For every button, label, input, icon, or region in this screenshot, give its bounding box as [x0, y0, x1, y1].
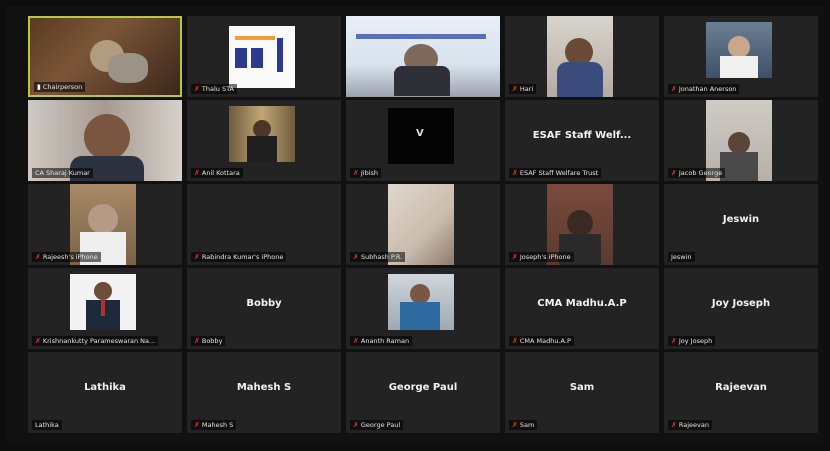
participant-name: Joy Joseph: [711, 298, 771, 309]
participant-label: ✗ Joseph's iPhone: [509, 252, 574, 262]
mic-muted-icon: ✗: [671, 420, 677, 429]
mic-muted-icon: ✗: [194, 168, 200, 177]
mic-muted-icon: ✗: [671, 84, 677, 93]
participant-tile-14[interactable]: ✗ Joseph's iPhone: [505, 184, 659, 265]
participant-name: Mahesh S: [236, 382, 292, 393]
participant-tile-12[interactable]: ✗ Rabindra Kumar's iPhone: [187, 184, 341, 265]
participant-tile-25[interactable]: Rajeevan ✗ Rajeevan: [664, 352, 818, 433]
participant-video: [388, 274, 454, 330]
mic-muted-icon: ✗: [353, 420, 359, 429]
mic-muted-icon: ✗: [512, 168, 518, 177]
participant-tile-10[interactable]: ✗ Jacob George: [664, 100, 818, 181]
participant-tile-3[interactable]: [346, 16, 500, 97]
participant-name: Bobby: [246, 298, 282, 309]
participant-label: ✗ Rajeevan: [668, 420, 712, 430]
participant-name: ESAF Staff Welf...: [532, 130, 632, 141]
gallery-view: ▮ Chairperson ✗ Thalu STA ✗ Hari ✗ Jonat…: [6, 6, 824, 445]
mic-muted-icon: ✗: [353, 168, 359, 177]
mic-on-icon: ▮: [37, 83, 41, 91]
participant-label: ✗ Mahesh S: [191, 420, 237, 430]
participant-label: Jeswin: [668, 252, 695, 262]
mic-muted-icon: ✗: [194, 420, 200, 429]
mic-muted-icon: ✗: [194, 336, 200, 345]
participant-tile-19[interactable]: CMA Madhu.A.P ✗ CMA Madhu.A.P: [505, 268, 659, 349]
participant-name: CMA Madhu.A.P: [537, 298, 627, 309]
participant-tile-18[interactable]: ✗ Ananth Raman: [346, 268, 500, 349]
participant-label: ✗ Joy Joseph: [668, 336, 716, 346]
participant-label: ✗ Rabindra Kumar's iPhone: [191, 252, 287, 262]
participant-label: ✗ Thalu STA: [191, 84, 237, 94]
participant-label: CA Sharaj Kumar: [32, 168, 93, 178]
participant-label: ✗ CMA Madhu.A.P: [509, 336, 574, 346]
participant-name: George Paul: [388, 382, 458, 393]
participant-label: ✗ Jacob George: [668, 168, 726, 178]
mic-muted-icon: ✗: [512, 420, 518, 429]
participant-label: ✗ Krishnankutty Parameswaran Na...: [32, 336, 159, 346]
participant-tile-15[interactable]: Jeswin Jeswin: [664, 184, 818, 265]
participant-tile-23[interactable]: George Paul ✗ George Paul: [346, 352, 500, 433]
logo-image: [229, 26, 295, 88]
participant-video: [70, 274, 136, 330]
participant-grid: ▮ Chairperson ✗ Thalu STA ✗ Hari ✗ Jonat…: [28, 16, 818, 433]
participant-tile-21[interactable]: Lathika Lathika: [28, 352, 182, 433]
participant-tile-13[interactable]: ✗ Subhash P.R.: [346, 184, 500, 265]
participant-label: ✗ Hari: [509, 84, 537, 94]
mic-muted-icon: ✗: [35, 336, 41, 345]
participant-tile-16[interactable]: ✗ Krishnankutty Parameswaran Na...: [28, 268, 182, 349]
participant-name: Jeswin: [722, 214, 760, 225]
mic-muted-icon: ✗: [512, 252, 518, 261]
participant-video: [547, 16, 613, 97]
participant-tile-2[interactable]: ✗ Thalu STA: [187, 16, 341, 97]
mic-muted-icon: ✗: [194, 252, 200, 261]
participant-tile-6[interactable]: CA Sharaj Kumar: [28, 100, 182, 181]
mic-muted-icon: ✗: [353, 336, 359, 345]
participant-label: ✗ Bobby: [191, 336, 226, 346]
participant-label: ✗ Jibish: [350, 168, 382, 178]
participant-label: ✗ Jonathan Anerson: [668, 84, 740, 94]
participant-label: ✗ Anil Kottara: [191, 168, 243, 178]
participant-tile-8[interactable]: V ✗ Jibish: [346, 100, 500, 181]
participant-label: ✗ Rajeesh's iPhone: [32, 252, 101, 262]
participant-name: Rajeevan: [715, 382, 767, 393]
participant-tile-17[interactable]: Bobby ✗ Bobby: [187, 268, 341, 349]
participant-label: Lathika: [32, 420, 62, 430]
participant-tile-9[interactable]: ESAF Staff Welf... ✗ ESAF Staff Welfare …: [505, 100, 659, 181]
participant-label: ✗ Sam: [509, 420, 538, 430]
participant-label: ✗ Ananth Raman: [350, 336, 413, 346]
participant-name: Lathika: [84, 382, 126, 393]
participant-video: V: [388, 108, 454, 164]
mic-muted-icon: ✗: [512, 336, 518, 345]
mic-muted-icon: ✗: [194, 84, 200, 93]
mic-muted-icon: ✗: [671, 336, 677, 345]
participant-video: [346, 16, 500, 97]
participant-tile-1[interactable]: ▮ Chairperson: [28, 16, 182, 97]
participant-tile-5[interactable]: ✗ Jonathan Anerson: [664, 16, 818, 97]
participant-tile-20[interactable]: Joy Joseph ✗ Joy Joseph: [664, 268, 818, 349]
participant-tile-11[interactable]: ✗ Rajeesh's iPhone: [28, 184, 182, 265]
participant-tile-24[interactable]: Sam ✗ Sam: [505, 352, 659, 433]
mic-muted-icon: ✗: [671, 168, 677, 177]
participant-label: ✗ Subhash P.R.: [350, 252, 406, 262]
participant-tile-7[interactable]: ✗ Anil Kottara: [187, 100, 341, 181]
mic-muted-icon: ✗: [353, 252, 359, 261]
participant-video: [706, 22, 772, 78]
participant-label: ▮ Chairperson: [34, 82, 86, 92]
participant-label: ✗ ESAF Staff Welfare Trust: [509, 168, 602, 178]
participant-tile-22[interactable]: Mahesh S ✗ Mahesh S: [187, 352, 341, 433]
mic-muted-icon: ✗: [512, 84, 518, 93]
participant-name: Sam: [569, 382, 595, 393]
participant-video: [229, 106, 295, 162]
participant-label: ✗ George Paul: [350, 420, 404, 430]
mic-muted-icon: ✗: [35, 252, 41, 261]
participant-tile-4[interactable]: ✗ Hari: [505, 16, 659, 97]
